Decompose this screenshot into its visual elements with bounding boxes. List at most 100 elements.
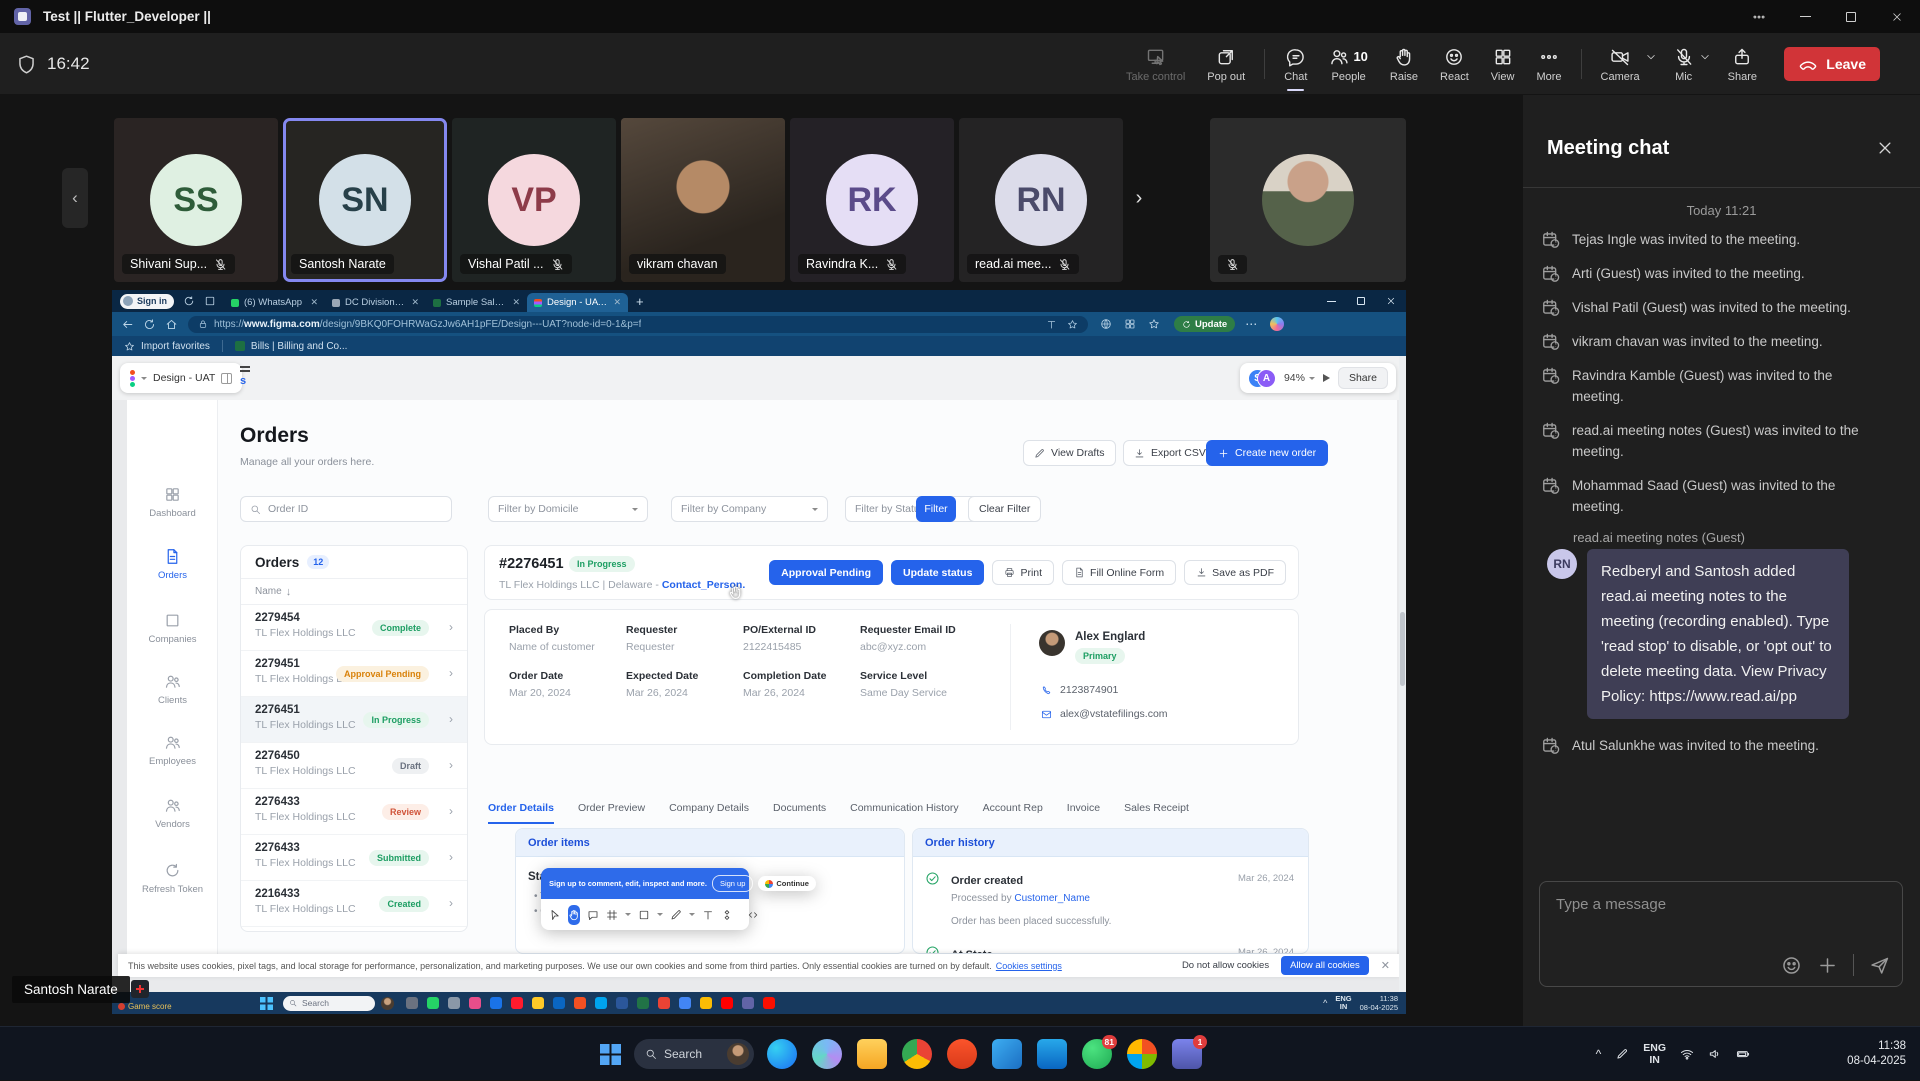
- window-close-button[interactable]: [1874, 0, 1920, 33]
- sidebar-item-dashboard[interactable]: Dashboard: [127, 486, 218, 519]
- chevron-down-icon[interactable]: [141, 377, 147, 383]
- toolbar-raise-button[interactable]: Raise: [1379, 33, 1429, 95]
- order-id-search-input[interactable]: Order ID: [240, 496, 452, 522]
- taskbar-icon-copilot[interactable]: [812, 1039, 842, 1069]
- toolbar-more-button[interactable]: More: [1525, 33, 1572, 95]
- leave-button[interactable]: Leave: [1784, 47, 1880, 81]
- taskbar-search[interactable]: Search: [634, 1039, 754, 1069]
- comment-tool[interactable]: [587, 905, 599, 925]
- presenter-app-icon[interactable]: [700, 997, 712, 1009]
- participant-tile[interactable]: [1210, 118, 1406, 282]
- figma-zoom-control[interactable]: 94%: [1284, 372, 1315, 384]
- taskbar-icon-outlook[interactable]: [1037, 1039, 1067, 1069]
- presenter-app-icon[interactable]: [679, 997, 691, 1009]
- component-tool[interactable]: [721, 905, 733, 925]
- present-icon[interactable]: [1323, 374, 1330, 382]
- browser-settings-icon[interactable]: ⋯: [1245, 317, 1258, 331]
- toolbar-view-button[interactable]: View: [1480, 33, 1526, 95]
- taskbar-icon-whatsapp[interactable]: 81: [1082, 1039, 1112, 1069]
- presenter-app-icon[interactable]: [637, 997, 649, 1009]
- figma-file-pill[interactable]: Design - UAT: [120, 363, 242, 393]
- wifi-icon[interactable]: [1680, 1047, 1694, 1061]
- battery-icon[interactable]: [1736, 1047, 1750, 1061]
- system-tray[interactable]: ^ ENGIN: [1596, 1027, 1750, 1081]
- toolbar-people-button[interactable]: 10People: [1318, 33, 1378, 95]
- bills-bookmark[interactable]: Bills | Billing and Co...: [251, 341, 348, 352]
- read-aloud-icon[interactable]: [1046, 319, 1057, 330]
- window-maximize-button[interactable]: [1828, 0, 1874, 33]
- new-tab-button[interactable]: +: [636, 294, 644, 309]
- dev-mode[interactable]: [747, 905, 759, 925]
- browser-tab[interactable]: (6) WhatsApp✕: [224, 293, 325, 312]
- toolbar-react-button[interactable]: React: [1429, 33, 1480, 95]
- browser-signin-button[interactable]: Sign in: [120, 294, 174, 309]
- emoji-icon[interactable]: [1781, 955, 1802, 976]
- tab-sales-receipt[interactable]: Sales Receipt: [1124, 802, 1189, 824]
- sidebar-item-employees[interactable]: Employees: [127, 734, 218, 767]
- presenter-start-icon[interactable]: [260, 997, 273, 1010]
- taskbar-icon-brave[interactable]: [947, 1039, 977, 1069]
- tab-order-details[interactable]: Order Details: [488, 802, 554, 824]
- order-row[interactable]: 2276451TL Flex Holdings LLCIn Progress›: [241, 697, 467, 743]
- tab-communication-history[interactable]: Communication History: [850, 802, 959, 824]
- pointer-tool[interactable]: [549, 905, 561, 925]
- tab-close-icon[interactable]: ✕: [411, 297, 419, 308]
- url-field[interactable]: https://www.figma.com/design/9BKQ0FOHRWa…: [188, 316, 1088, 333]
- customer-name-link[interactable]: Customer_Name: [1014, 893, 1090, 904]
- presenter-app-icon[interactable]: [511, 997, 523, 1009]
- toolbar-chat-button[interactable]: Chat: [1273, 33, 1318, 95]
- figma-share-button[interactable]: Share: [1338, 367, 1388, 389]
- filter-company-select[interactable]: Filter by Company: [671, 496, 828, 522]
- order-row[interactable]: 2279454TL Flex Holdings LLCComplete›: [241, 605, 467, 651]
- presenter-search-box[interactable]: Search: [283, 996, 375, 1011]
- volume-icon[interactable]: [1708, 1047, 1722, 1061]
- taskbar-clock[interactable]: 11:38 08-04-2025: [1847, 1027, 1906, 1081]
- update-status-button[interactable]: Update status: [891, 560, 984, 585]
- toolbar-pop-out-button[interactable]: Pop out: [1196, 33, 1256, 95]
- presenter-app-icon[interactable]: [763, 997, 775, 1009]
- toolbar-take-control-button[interactable]: Take control: [1115, 33, 1196, 95]
- taskbar-icon-photos[interactable]: [1127, 1039, 1157, 1069]
- presenter-app-icon[interactable]: [532, 997, 544, 1009]
- order-row[interactable]: 2279451TL Flex Holdings LLCApproval Pend…: [241, 651, 467, 697]
- toolbar-camera-button[interactable]: Camera: [1590, 33, 1651, 95]
- orders-list-column-header[interactable]: Name↓: [241, 579, 467, 605]
- presenter-app-icon[interactable]: [721, 997, 733, 1009]
- presenter-app-icon[interactable]: [658, 997, 670, 1009]
- fill-online-form-button[interactable]: Fill Online Form: [1062, 560, 1176, 585]
- pen-icon[interactable]: [1615, 1047, 1629, 1061]
- tab-close-icon[interactable]: ✕: [613, 297, 621, 308]
- clear-filter-button[interactable]: Clear Filter: [968, 496, 1041, 522]
- order-row[interactable]: 2276433TL Flex Holdings LLCSubmitted›: [241, 835, 467, 881]
- cookie-close-icon[interactable]: ✕: [1381, 959, 1390, 972]
- cookies-settings-link[interactable]: Cookies settings: [996, 961, 1062, 971]
- tab-account-rep[interactable]: Account Rep: [983, 802, 1043, 824]
- filter-domicile-select[interactable]: Filter by Domicile: [488, 496, 648, 522]
- deny-cookies-button[interactable]: Do not allow cookies: [1182, 960, 1269, 971]
- tab-close-icon[interactable]: ✕: [512, 297, 520, 308]
- presenter-app-icon[interactable]: [553, 997, 565, 1009]
- refresh-icon[interactable]: [143, 318, 156, 331]
- print-button[interactable]: Print: [992, 560, 1054, 585]
- favorite-star-icon[interactable]: [1067, 319, 1078, 330]
- chat-input[interactable]: Type a message: [1539, 881, 1903, 987]
- tab-documents[interactable]: Documents: [773, 802, 826, 824]
- presenter-app-icon[interactable]: [742, 997, 754, 1009]
- export-csv-button[interactable]: Export CSV: [1123, 440, 1217, 466]
- window-minimize-button[interactable]: [1782, 0, 1828, 33]
- sidebar-item-vendors[interactable]: Vendors: [127, 797, 218, 830]
- tab-company-details[interactable]: Company Details: [669, 802, 749, 824]
- taskbar-icon-edge[interactable]: [767, 1039, 797, 1069]
- filter-button[interactable]: Filter: [916, 496, 956, 522]
- tab-close-icon[interactable]: ✕: [310, 297, 318, 308]
- taskbar-icon-folder[interactable]: [857, 1039, 887, 1069]
- taskbar-icon-vscode[interactable]: [992, 1039, 1022, 1069]
- start-button[interactable]: [600, 1044, 621, 1065]
- presenter-pin-icon[interactable]: [131, 980, 149, 998]
- participant-tile[interactable]: RNread.ai mee...: [959, 118, 1123, 282]
- sidebar-item-companies[interactable]: Companies: [127, 612, 218, 645]
- browser-tab[interactable]: Sample Salary Structure with calc✕: [426, 293, 527, 312]
- browser-maximize-button[interactable]: [1346, 290, 1376, 312]
- vertical-tabs-icon[interactable]: [204, 295, 216, 307]
- contact-phone[interactable]: 2123874901: [1041, 684, 1118, 696]
